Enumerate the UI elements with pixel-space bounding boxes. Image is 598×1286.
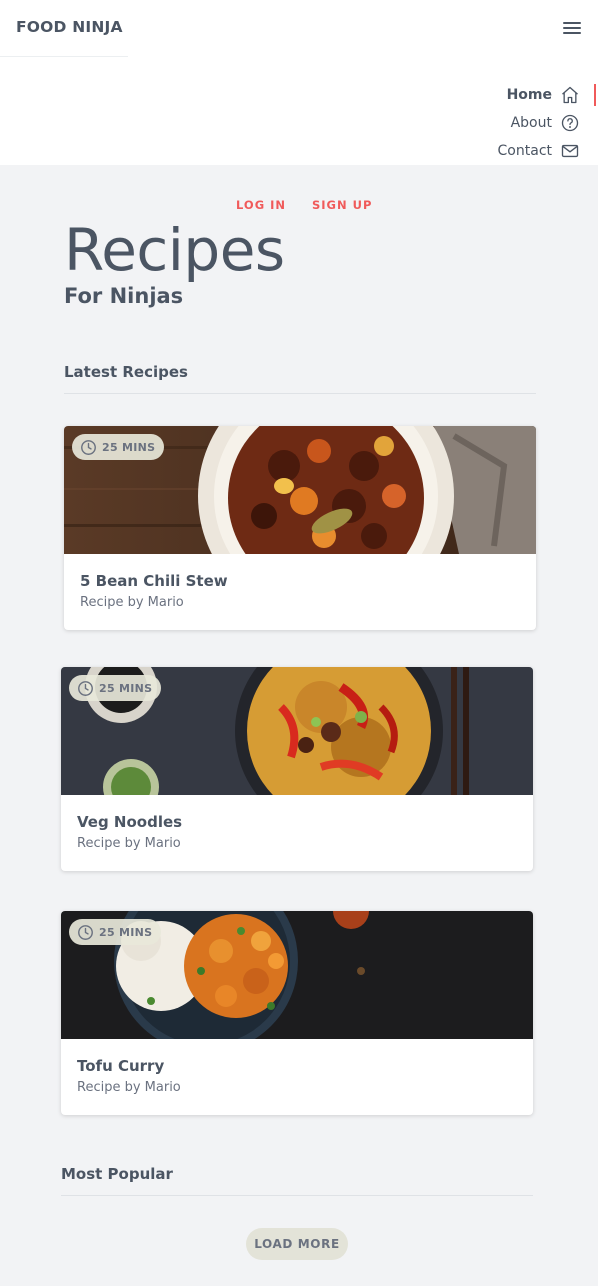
recipe-card-chili-stew[interactable]: 25 MINS 5 Bean Chili Stew Recipe by Mari… <box>64 426 536 630</box>
site-header: FOOD NINJA Home About Contact <box>0 0 598 165</box>
brand-name[interactable]: FOOD NINJA <box>16 18 123 36</box>
help-circle-icon <box>561 114 579 132</box>
nav-item-label: Home <box>506 87 552 103</box>
section-divider <box>64 393 536 394</box>
recipe-author: Recipe by Mario <box>80 595 184 610</box>
clock-icon <box>78 924 93 940</box>
nav-item-label: Contact <box>497 143 552 159</box>
recipe-title[interactable]: Veg Noodles <box>77 813 182 831</box>
cook-time: 25 MINS <box>99 925 153 939</box>
home-icon <box>562 86 578 104</box>
load-more-button[interactable]: LOAD MORE <box>246 1228 348 1260</box>
section-divider <box>61 1195 533 1196</box>
recipe-author: Recipe by Mario <box>77 836 181 851</box>
nav-active-indicator <box>594 84 596 106</box>
clock-icon <box>81 439 96 455</box>
cook-time-badge: 25 MINS <box>72 434 165 460</box>
nav-item-home[interactable]: Home <box>507 84 580 106</box>
recipe-title[interactable]: 5 Bean Chili Stew <box>80 572 228 590</box>
page-title: Recipes <box>64 216 285 284</box>
nav-item-about[interactable]: About <box>511 112 580 134</box>
recipe-card-veg-noodles[interactable]: 25 MINS Veg Noodles Recipe by Mario <box>61 667 533 871</box>
cook-time: 25 MINS <box>99 681 153 695</box>
recipe-author: Recipe by Mario <box>77 1080 181 1095</box>
signup-link[interactable]: SIGN UP <box>312 198 372 212</box>
latest-recipes-heading: Latest Recipes <box>64 363 188 381</box>
cook-time-badge: 25 MINS <box>69 919 162 945</box>
cook-time: 25 MINS <box>102 440 156 454</box>
most-popular-heading: Most Popular <box>61 1165 173 1183</box>
clock-icon <box>78 680 93 696</box>
recipe-card-tofu-curry[interactable]: 25 MINS Tofu Curry Recipe by Mario <box>61 911 533 1115</box>
brand[interactable]: FOOD NINJA <box>0 0 128 57</box>
hamburger-menu-icon[interactable] <box>561 19 583 39</box>
login-link[interactable]: LOG IN <box>236 198 286 212</box>
nav-item-label: About <box>510 115 552 131</box>
mail-icon <box>561 144 579 158</box>
recipe-title[interactable]: Tofu Curry <box>77 1057 164 1075</box>
nav-item-contact[interactable]: Contact <box>498 140 580 162</box>
cook-time-badge: 25 MINS <box>69 675 162 701</box>
page-subtitle: For Ninjas <box>64 284 184 308</box>
